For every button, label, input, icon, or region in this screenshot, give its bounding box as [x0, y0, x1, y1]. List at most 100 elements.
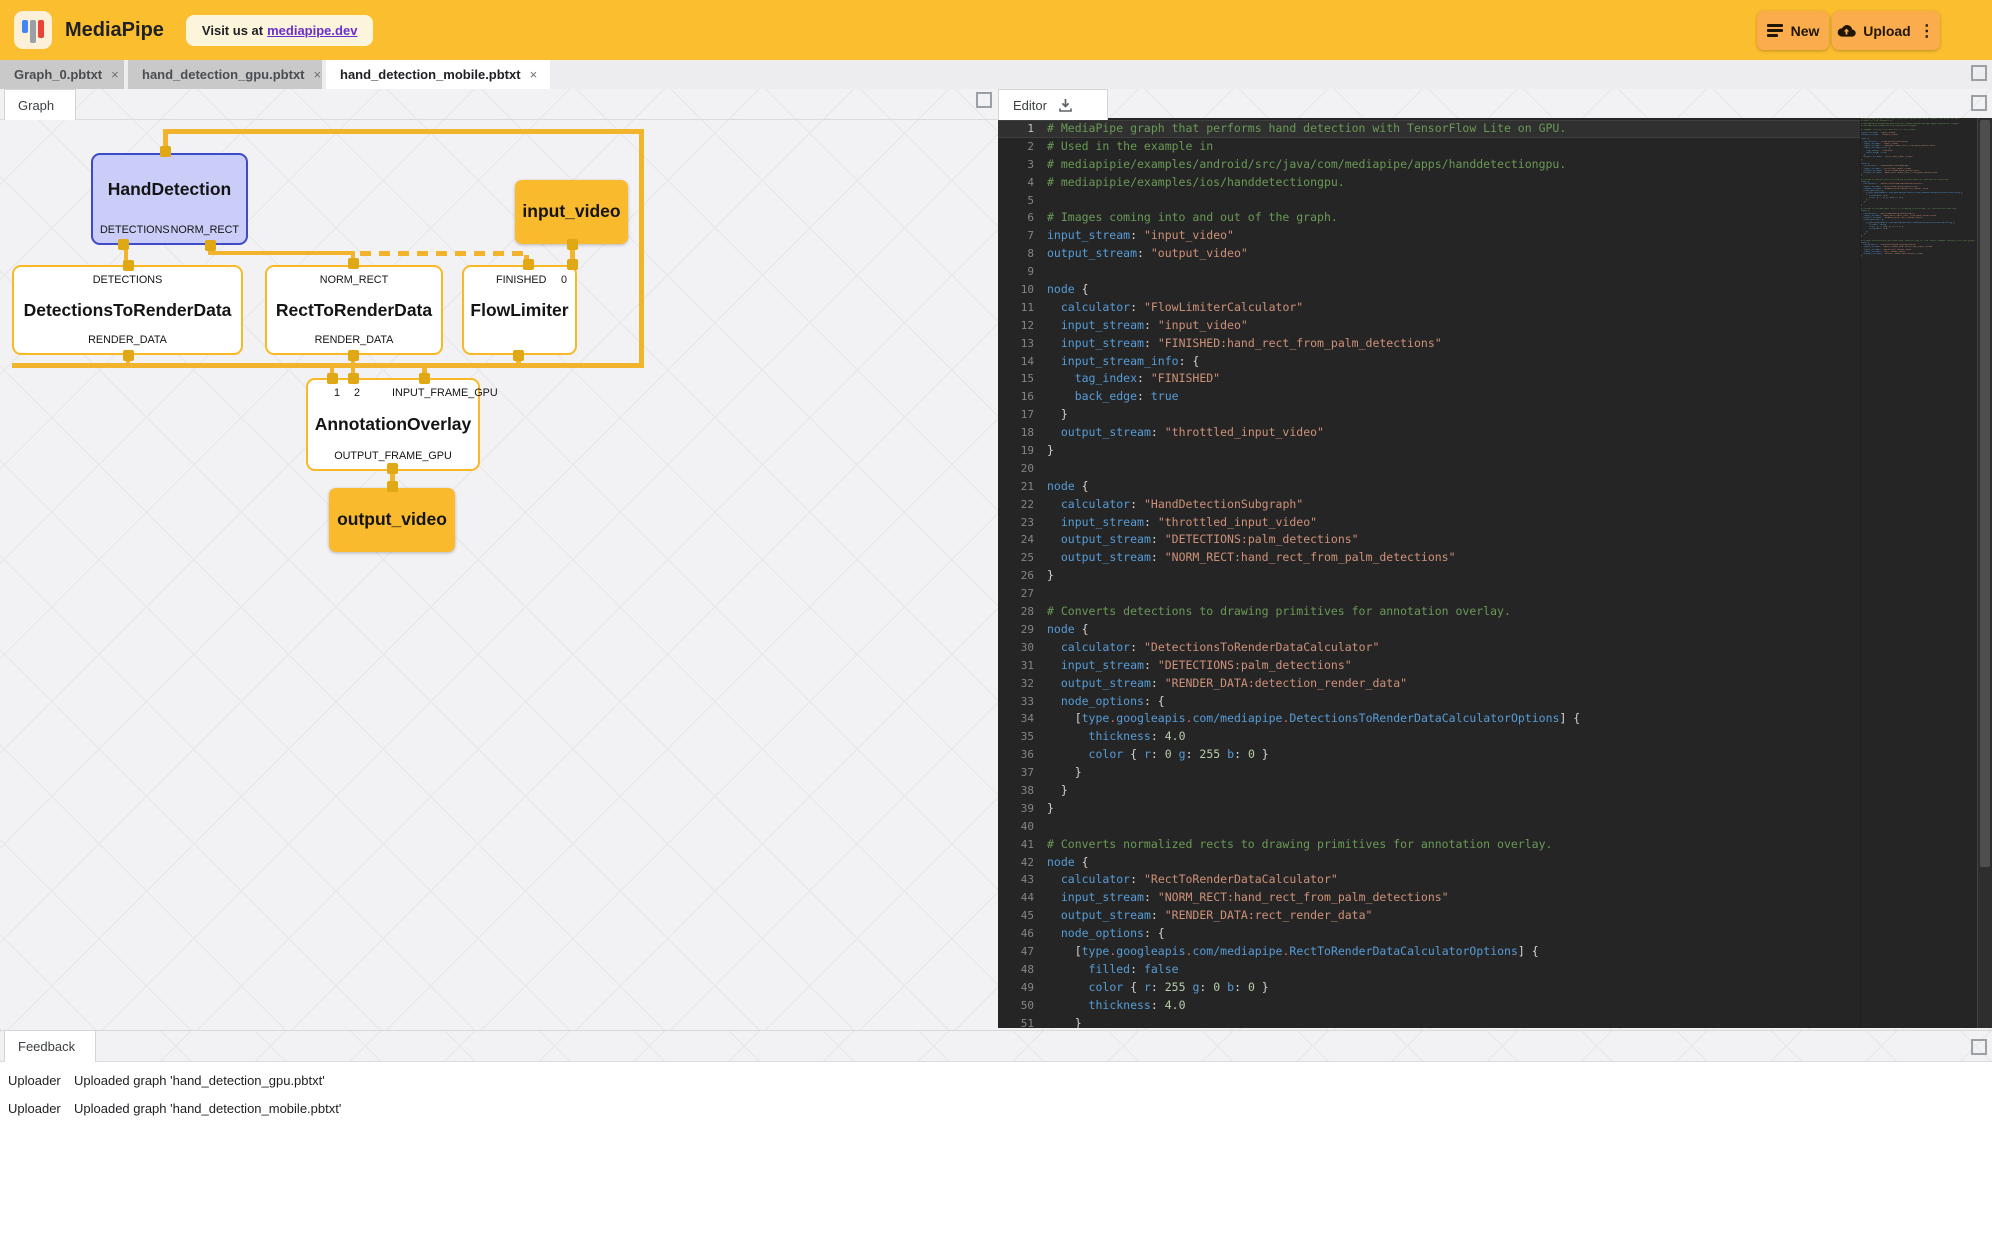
- code-line[interactable]: 30 calculator: "DetectionsToRenderDataCa…: [998, 639, 1860, 657]
- code-line[interactable]: 34 [type.googleapis.com/mediapipe.Detect…: [998, 710, 1860, 728]
- minimap-line: }: [1861, 255, 1977, 257]
- code-line[interactable]: 48 filled: false: [998, 961, 1860, 979]
- code-line[interactable]: 1# MediaPipe graph that performs hand de…: [998, 120, 1860, 138]
- editor-panel-maximize-icon[interactable]: [1971, 95, 1987, 111]
- code-line[interactable]: 49 color { r: 255 g: 0 b: 0 }: [998, 979, 1860, 997]
- upload-button[interactable]: Upload ⋮: [1832, 11, 1940, 50]
- code-line[interactable]: 33 node_options: {: [998, 693, 1860, 711]
- code-line[interactable]: 31 input_stream: "DETECTIONS:palm_detect…: [998, 657, 1860, 675]
- code-line[interactable]: 44 input_stream: "NORM_RECT:hand_rect_fr…: [998, 889, 1860, 907]
- tab-hand-detection-mobile-pbtxt[interactable]: hand_detection_mobile.pbtxt ×: [326, 60, 550, 89]
- port-outputvideo-in: [387, 481, 398, 492]
- edge-throttled-loop-right: [639, 129, 644, 368]
- code-line[interactable]: 29node {: [998, 621, 1860, 639]
- code-area[interactable]: 1# MediaPipe graph that performs hand de…: [998, 120, 1860, 1028]
- feedback-band: [0, 1030, 1992, 1062]
- code-line[interactable]: 12 input_stream: "input_video": [998, 317, 1860, 335]
- code-line[interactable]: 17 }: [998, 406, 1860, 424]
- code-line[interactable]: 25 output_stream: "NORM_RECT:hand_rect_f…: [998, 549, 1860, 567]
- editor-tab-label: Editor: [1013, 98, 1047, 113]
- file-tabs-row: Graph_0.pbtxt × hand_detection_gpu.pbtxt…: [0, 60, 1992, 89]
- node-output-video[interactable]: output_video: [329, 488, 455, 552]
- port-finished-in: [523, 259, 534, 270]
- code-line[interactable]: 20: [998, 460, 1860, 478]
- code-line[interactable]: 41# Converts normalized rects to drawing…: [998, 836, 1860, 854]
- code-line[interactable]: 23 input_stream: "throttled_input_video": [998, 514, 1860, 532]
- code-line[interactable]: 3# mediapipie/examples/android/src/java/…: [998, 156, 1860, 174]
- minimap[interactable]: # MediaPipe graph that performs hand det…: [1860, 118, 1977, 1028]
- feedback-panel-tab[interactable]: Feedback: [4, 1030, 96, 1062]
- editor-panel-tab[interactable]: Editor: [998, 89, 1108, 120]
- tab-graph-0-pbtxt[interactable]: Graph_0.pbtxt ×: [0, 60, 124, 89]
- code-line[interactable]: 6# Images coming into and out of the gra…: [998, 209, 1860, 227]
- code-line[interactable]: 40: [998, 818, 1860, 836]
- code-line[interactable]: 42node {: [998, 854, 1860, 872]
- code-line[interactable]: 38 }: [998, 782, 1860, 800]
- new-button-label: New: [1791, 23, 1820, 39]
- node-detections-to-render-data[interactable]: DETECTIONS DetectionsToRenderData RENDER…: [12, 265, 243, 355]
- editor-scrollbar[interactable]: [1977, 118, 1992, 1028]
- node-flow-limiter[interactable]: FINISHED 0 FlowLimiter: [462, 265, 577, 355]
- code-line[interactable]: 50 thickness: 4.0: [998, 997, 1860, 1015]
- new-button[interactable]: New: [1757, 11, 1829, 50]
- mediapipe-visualizer: MediaPipe Visit us at mediapipe.dev New …: [0, 0, 1992, 1236]
- close-icon[interactable]: ×: [530, 67, 538, 82]
- code-line[interactable]: 13 input_stream: "FINISHED:hand_rect_fro…: [998, 335, 1860, 353]
- code-line[interactable]: 9: [998, 263, 1860, 281]
- code-line[interactable]: 37 }: [998, 764, 1860, 782]
- port-flowlimiter-out: [513, 350, 524, 361]
- code-line[interactable]: 28# Converts detections to drawing primi…: [998, 603, 1860, 621]
- port-0-in: [567, 259, 578, 270]
- code-line[interactable]: 46 node_options: {: [998, 925, 1860, 943]
- code-line[interactable]: 24 output_stream: "DETECTIONS:palm_detec…: [998, 531, 1860, 549]
- code-line[interactable]: 19}: [998, 442, 1860, 460]
- node-input-video[interactable]: input_video: [515, 180, 628, 244]
- graph-panel-maximize-icon[interactable]: [976, 92, 992, 108]
- code-line[interactable]: 27: [998, 585, 1860, 603]
- code-line[interactable]: 5: [998, 192, 1860, 210]
- cloud-upload-icon: [1837, 24, 1856, 38]
- code-line[interactable]: 26}: [998, 567, 1860, 585]
- code-line[interactable]: 32 output_stream: "RENDER_DATA:detection…: [998, 675, 1860, 693]
- code-line[interactable]: 36 color { r: 0 g: 255 b: 0 }: [998, 746, 1860, 764]
- node-rect-to-render-data[interactable]: NORM_RECT RectToRenderData RENDER_DATA: [265, 265, 443, 355]
- code-line[interactable]: 43 calculator: "RectToRenderDataCalculat…: [998, 871, 1860, 889]
- code-line[interactable]: 22 calculator: "HandDetectionSubgraph": [998, 496, 1860, 514]
- code-line[interactable]: 4# mediapipie/examples/ios/handdetection…: [998, 174, 1860, 192]
- code-line[interactable]: 35 thickness: 4.0: [998, 728, 1860, 746]
- code-line[interactable]: 51 }: [998, 1015, 1860, 1028]
- close-icon[interactable]: ×: [314, 67, 322, 82]
- feedback-source: Uploader: [0, 1073, 72, 1088]
- code-line[interactable]: 8output_stream: "output_video": [998, 245, 1860, 263]
- node-annotation-overlay[interactable]: 1 2 INPUT_FRAME_GPU AnnotationOverlay OU…: [306, 378, 480, 471]
- code-line[interactable]: 14 input_stream_info: {: [998, 353, 1860, 371]
- node-hand-detection[interactable]: HandDetection DETECTIONS NORM_RECT: [91, 153, 248, 245]
- port-normrect-out: [205, 240, 216, 251]
- code-line[interactable]: 7input_stream: "input_video": [998, 227, 1860, 245]
- code-line[interactable]: 47 [type.googleapis.com/mediapipe.RectTo…: [998, 943, 1860, 961]
- port-label-render-data-out: RENDER_DATA: [88, 335, 167, 346]
- edge-throttled-loop-top: [163, 129, 644, 134]
- tabs-row-maximize-icon[interactable]: [1971, 65, 1987, 81]
- port-inputvideo-out: [567, 239, 578, 250]
- download-icon[interactable]: [1057, 97, 1074, 114]
- code-line[interactable]: 21node {: [998, 478, 1860, 496]
- port-label-input-frame-gpu-in: INPUT_FRAME_GPU: [392, 388, 498, 399]
- tab-hand-detection-gpu-pbtxt[interactable]: hand_detection_gpu.pbtxt ×: [128, 60, 322, 89]
- top-bar: MediaPipe Visit us at mediapipe.dev New …: [0, 0, 1992, 60]
- edge-bus: [12, 363, 644, 368]
- code-line[interactable]: 10node {: [998, 281, 1860, 299]
- mediapipe-dev-link[interactable]: mediapipe.dev: [267, 23, 357, 38]
- feedback-maximize-icon[interactable]: [1971, 1039, 1987, 1055]
- more-options-icon[interactable]: ⋮: [1919, 21, 1935, 41]
- graph-canvas[interactable]: HandDetection DETECTIONS NORM_RECT input…: [0, 89, 998, 1030]
- code-line[interactable]: 11 calculator: "FlowLimiterCalculator": [998, 299, 1860, 317]
- code-line[interactable]: 15 tag_index: "FINISHED": [998, 370, 1860, 388]
- close-icon[interactable]: ×: [111, 67, 119, 82]
- code-line[interactable]: 18 output_stream: "throttled_input_video…: [998, 424, 1860, 442]
- scrollbar-thumb[interactable]: [1980, 120, 1990, 867]
- code-line[interactable]: 45 output_stream: "RENDER_DATA:rect_rend…: [998, 907, 1860, 925]
- code-line[interactable]: 16 back_edge: true: [998, 388, 1860, 406]
- code-line[interactable]: 39}: [998, 800, 1860, 818]
- code-line[interactable]: 2# Used in the example in: [998, 138, 1860, 156]
